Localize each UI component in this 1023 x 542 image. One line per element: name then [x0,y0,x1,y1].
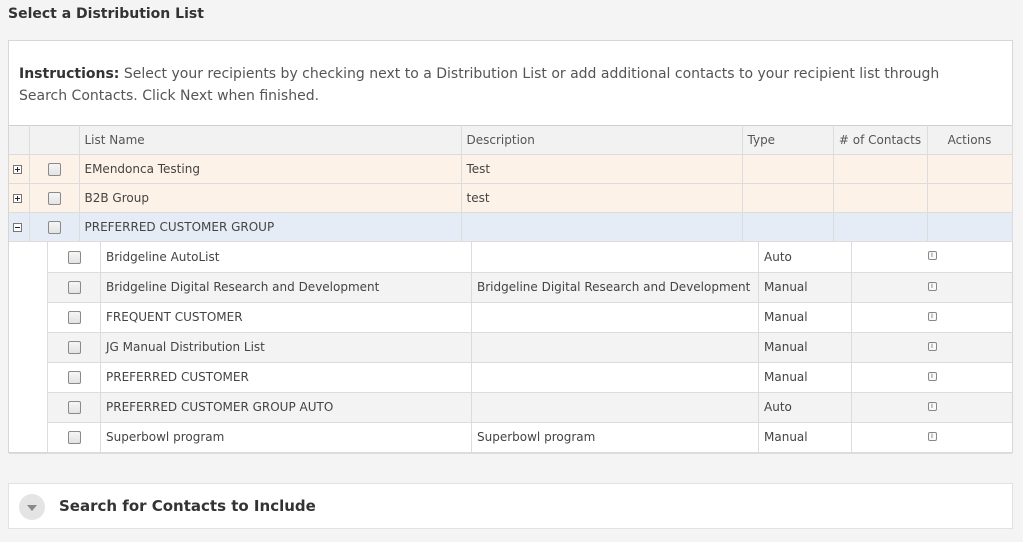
child-list-name: PREFERRED CUSTOMER GROUP AUTO [100,392,472,423]
list-item: FREQUENT CUSTOMER Manual i [47,302,1012,333]
minus-box-icon[interactable] [13,223,22,232]
child-list-type: Manual [758,362,852,393]
instructions-label: Instructions: [19,66,120,82]
child-list-name: JG Manual Distribution List [100,332,472,363]
child-list-type: Manual [758,332,852,363]
info-icon[interactable]: i [927,251,937,260]
list-contacts [833,183,928,213]
list-name: PREFERRED CUSTOMER GROUP [79,212,462,242]
table-header: List Name Description Type # of Contacts… [9,125,1013,155]
header-select [29,125,80,155]
child-rows-container: Bridgeline AutoList Auto i Bridgeline Di… [9,241,1012,454]
child-list-description [471,362,759,393]
list-type [742,154,834,184]
child-list-description [471,332,759,363]
child-list-type: Manual [758,422,852,453]
plus-box-icon[interactable] [13,165,22,174]
list-contacts [833,212,928,242]
list-type [742,183,834,213]
header-expand [9,125,30,155]
list-item: Superbowl program Superbowl program Manu… [47,422,1012,453]
row-checkbox[interactable] [47,163,61,176]
child-list-name: Bridgeline Digital Research and Developm… [100,272,472,303]
search-contacts-panel[interactable]: Search for Contacts to Include [8,483,1013,529]
list-item: PREFERRED CUSTOMER Manual i [47,362,1012,393]
info-icon[interactable]: i [927,431,937,441]
list-contacts [833,154,928,184]
child-list-name: FREQUENT CUSTOMER [100,302,472,333]
child-list-name: Superbowl program [100,422,472,453]
child-list-type: Auto [758,392,852,423]
list-description [461,212,743,242]
list-description: Test [461,154,743,184]
header-type[interactable]: Type [742,125,834,155]
header-actions: Actions [927,125,1013,155]
list-actions [927,212,1013,242]
distribution-list-panel: Instructions: Select your recipients by … [8,40,1013,454]
instructions-text: Select your recipients by checking next … [19,66,940,104]
header-description[interactable]: Description [461,125,743,155]
list-actions [927,183,1013,213]
row-checkbox[interactable] [67,281,81,294]
row-checkbox[interactable] [67,250,81,264]
child-list-type: Auto [758,242,852,273]
distribution-list-table: List Name Description Type # of Contacts… [9,125,1013,454]
info-icon[interactable]: i [927,371,937,381]
table-row: B2B Group test [9,183,1013,213]
row-checkbox[interactable] [67,401,81,414]
instructions: Instructions: Select your recipients by … [19,63,979,107]
child-list-table: Bridgeline AutoList Auto i Bridgeline Di… [47,242,1012,453]
list-actions [927,154,1013,184]
child-list-description: Superbowl program [471,422,759,453]
list-item: Bridgeline AutoList Auto i [47,242,1012,273]
list-name: EMendonca Testing [79,154,462,184]
search-contacts-title[interactable]: Search for Contacts to Include [59,497,316,515]
table-row: PREFERRED CUSTOMER GROUP [9,212,1013,242]
list-description: test [461,183,743,213]
child-list-type: Manual [758,272,852,303]
header-list-name[interactable]: List Name [79,125,462,155]
row-checkbox[interactable] [47,192,61,205]
list-type [742,212,834,242]
chevron-down-icon[interactable] [19,494,45,520]
child-list-description [471,392,759,423]
list-item: PREFERRED CUSTOMER GROUP AUTO Auto i [47,392,1012,423]
plus-box-icon[interactable] [13,194,22,203]
row-checkbox[interactable] [67,311,81,324]
info-icon[interactable]: i [927,401,937,411]
child-list-name: PREFERRED CUSTOMER [100,362,472,393]
header-contacts[interactable]: # of Contacts [833,125,928,155]
list-item: Bridgeline Digital Research and Developm… [47,272,1012,303]
row-checkbox[interactable] [67,431,81,444]
table-row: EMendonca Testing Test [9,154,1013,184]
info-icon[interactable]: i [927,281,937,291]
page-title: Select a Distribution List [8,6,204,22]
row-checkbox[interactable] [47,221,61,234]
child-list-type: Manual [758,302,852,333]
child-list-name: Bridgeline AutoList [100,242,472,273]
child-list-description [471,302,759,333]
info-icon[interactable]: i [927,311,937,321]
child-list-description [471,242,759,273]
list-item: JG Manual Distribution List Manual i [47,332,1012,363]
row-checkbox[interactable] [67,341,81,354]
row-checkbox[interactable] [67,371,81,384]
child-list-description: Bridgeline Digital Research and Developm… [471,272,759,303]
info-icon[interactable]: i [927,341,937,351]
list-name: B2B Group [79,183,462,213]
